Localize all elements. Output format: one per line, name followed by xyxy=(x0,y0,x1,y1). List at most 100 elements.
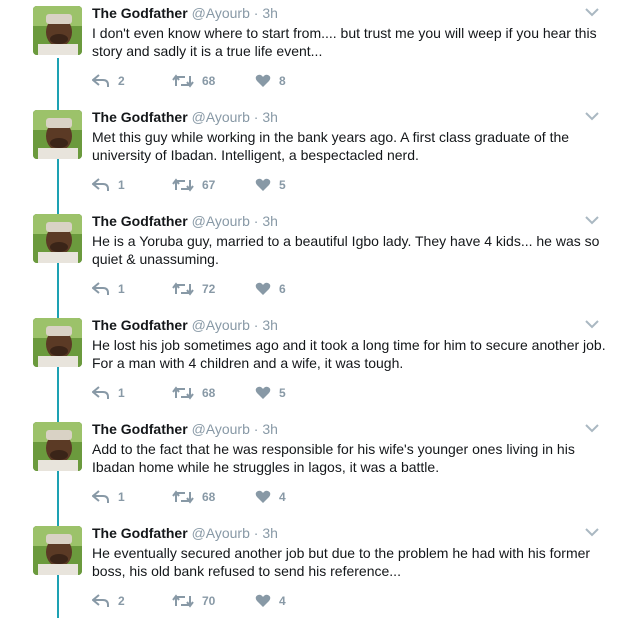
retweet-count: 68 xyxy=(202,74,216,88)
chevron-down-icon[interactable] xyxy=(584,526,600,538)
retweet-button[interactable]: 72 xyxy=(172,280,215,298)
reply-icon xyxy=(92,490,109,503)
reply-count: 2 xyxy=(118,74,125,88)
author-name[interactable]: The Godfather xyxy=(92,5,188,21)
tweet[interactable]: The Godfather @Ayourb · 3h I don't even … xyxy=(0,0,634,104)
like-count: 5 xyxy=(279,178,286,192)
chevron-down-icon[interactable] xyxy=(584,6,600,18)
tweet-text: Met this guy while working in the bank y… xyxy=(92,129,570,163)
tweet-timestamp[interactable]: 3h xyxy=(262,525,278,541)
separator-dot: · xyxy=(253,109,259,125)
retweet-count: 72 xyxy=(202,282,216,296)
reply-icon xyxy=(92,74,109,87)
author-name[interactable]: The Godfather xyxy=(92,213,188,229)
separator-dot: · xyxy=(253,421,259,437)
retweet-button[interactable]: 68 xyxy=(172,72,215,90)
author-handle[interactable]: @Ayourb xyxy=(192,525,250,541)
retweet-icon xyxy=(172,74,194,88)
author-handle[interactable]: @Ayourb xyxy=(192,213,250,229)
retweet-icon xyxy=(172,594,194,608)
like-button[interactable]: 6 xyxy=(255,280,286,298)
like-button[interactable]: 5 xyxy=(255,384,286,402)
tweet-timestamp[interactable]: 3h xyxy=(262,421,278,437)
tweet-header: The Godfather @Ayourb · 3h xyxy=(92,4,278,22)
author-handle[interactable]: @Ayourb xyxy=(192,5,250,21)
avatar[interactable] xyxy=(33,110,82,159)
reply-icon xyxy=(92,178,109,191)
heart-icon xyxy=(255,386,271,399)
author-name[interactable]: The Godfather xyxy=(92,525,188,541)
heart-icon xyxy=(255,282,271,295)
tweet-timestamp[interactable]: 3h xyxy=(262,5,278,21)
retweet-button[interactable]: 67 xyxy=(172,176,215,194)
reply-button[interactable]: 2 xyxy=(92,72,125,90)
chevron-down-icon[interactable] xyxy=(584,422,600,434)
chevron-down-icon[interactable] xyxy=(584,214,600,226)
tweet[interactable]: The Godfather @Ayourb · 3h He eventually… xyxy=(0,520,634,624)
like-count: 4 xyxy=(279,490,286,504)
tweet-timestamp[interactable]: 3h xyxy=(262,317,278,333)
avatar[interactable] xyxy=(33,318,82,367)
reply-icon xyxy=(92,594,109,607)
heart-icon xyxy=(255,490,271,503)
avatar[interactable] xyxy=(33,6,82,55)
avatar[interactable] xyxy=(33,526,82,575)
tweet[interactable]: The Godfather @Ayourb · 3h Met this guy … xyxy=(0,104,634,208)
tweet-text: He is a Yoruba guy, married to a beautif… xyxy=(92,233,600,267)
retweet-button[interactable]: 68 xyxy=(172,488,215,506)
retweet-count: 68 xyxy=(202,490,216,504)
tweet[interactable]: The Godfather @Ayourb · 3h He is a Yorub… xyxy=(0,208,634,312)
retweet-button[interactable]: 68 xyxy=(172,384,215,402)
retweet-count: 67 xyxy=(202,178,216,192)
reply-button[interactable]: 1 xyxy=(92,488,125,506)
retweet-icon xyxy=(172,490,194,504)
tweet-header: The Godfather @Ayourb · 3h xyxy=(92,108,278,126)
like-button[interactable]: 4 xyxy=(255,592,286,610)
chevron-down-icon[interactable] xyxy=(584,318,600,330)
author-name[interactable]: The Godfather xyxy=(92,317,188,333)
retweet-count: 70 xyxy=(202,594,216,608)
like-count: 6 xyxy=(279,282,286,296)
separator-dot: · xyxy=(253,317,259,333)
tweet-timestamp[interactable]: 3h xyxy=(262,213,278,229)
retweet-count: 68 xyxy=(202,386,216,400)
reply-icon xyxy=(92,386,109,399)
avatar[interactable] xyxy=(33,214,82,263)
author-handle[interactable]: @Ayourb xyxy=(192,317,250,333)
retweet-button[interactable]: 70 xyxy=(172,592,215,610)
tweet-text: Add to the fact that he was responsible … xyxy=(92,441,575,475)
tweet-text: He lost his job sometimes ago and it too… xyxy=(92,337,606,371)
reply-button[interactable]: 1 xyxy=(92,384,125,402)
like-button[interactable]: 4 xyxy=(255,488,286,506)
author-handle[interactable]: @Ayourb xyxy=(192,109,250,125)
heart-icon xyxy=(255,74,271,87)
author-handle[interactable]: @Ayourb xyxy=(192,421,250,437)
tweet-text: He eventually secured another job but du… xyxy=(92,545,591,579)
author-name[interactable]: The Godfather xyxy=(92,109,188,125)
like-count: 4 xyxy=(279,594,286,608)
tweet[interactable]: The Godfather @Ayourb · 3h He lost his j… xyxy=(0,312,634,416)
retweet-icon xyxy=(172,178,194,192)
reply-button[interactable]: 2 xyxy=(92,592,125,610)
reply-button[interactable]: 1 xyxy=(92,176,125,194)
heart-icon xyxy=(255,178,271,191)
like-button[interactable]: 8 xyxy=(255,72,286,90)
tweet-header: The Godfather @Ayourb · 3h xyxy=(92,212,278,230)
like-button[interactable]: 5 xyxy=(255,176,286,194)
chevron-down-icon[interactable] xyxy=(584,110,600,122)
separator-dot: · xyxy=(253,525,259,541)
like-count: 5 xyxy=(279,386,286,400)
author-name[interactable]: The Godfather xyxy=(92,421,188,437)
tweet-header: The Godfather @Ayourb · 3h xyxy=(92,524,278,542)
reply-count: 1 xyxy=(118,386,125,400)
retweet-icon xyxy=(172,386,194,400)
reply-count: 1 xyxy=(118,178,125,192)
reply-button[interactable]: 1 xyxy=(92,280,125,298)
separator-dot: · xyxy=(253,213,259,229)
tweet-text: I don't even know where to start from...… xyxy=(92,25,597,59)
tweet-header: The Godfather @Ayourb · 3h xyxy=(92,420,278,438)
tweet[interactable]: The Godfather @Ayourb · 3h Add to the fa… xyxy=(0,416,634,520)
avatar[interactable] xyxy=(33,422,82,471)
retweet-icon xyxy=(172,282,194,296)
tweet-timestamp[interactable]: 3h xyxy=(262,109,278,125)
